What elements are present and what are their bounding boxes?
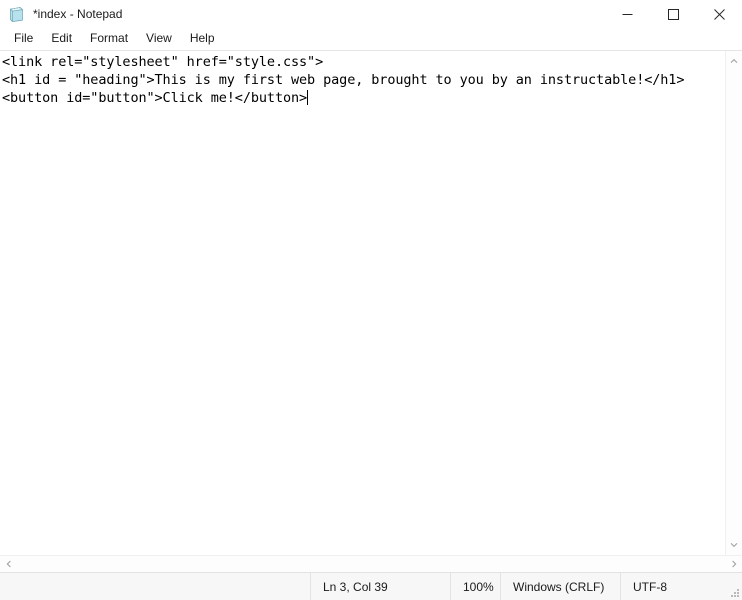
status-bar: Ln 3, Col 39 100% Windows (CRLF) UTF-8	[0, 572, 742, 600]
window-title: *index - Notepad	[33, 6, 123, 21]
resize-grip-icon[interactable]	[729, 587, 739, 597]
status-cursor-position: Ln 3, Col 39	[310, 573, 450, 600]
maximize-button[interactable]	[650, 0, 696, 28]
menu-item-help[interactable]: Help	[181, 29, 224, 49]
scroll-up-icon[interactable]	[726, 54, 742, 68]
editor-line-3: <button id="button">Click me!</button>	[2, 90, 308, 106]
close-button[interactable]	[696, 0, 742, 28]
title-bar: *index - Notepad	[0, 0, 742, 28]
editor-line-2: <h1 id = "heading">This is my first web …	[2, 72, 685, 88]
menu-item-format[interactable]: Format	[81, 29, 137, 49]
notepad-window: *index - Notepad File Edit Format View H…	[0, 0, 742, 600]
editor-line-1: <link rel="stylesheet" href="style.css">	[2, 54, 324, 70]
horizontal-scrollbar[interactable]	[0, 555, 742, 572]
scroll-left-icon[interactable]	[0, 556, 17, 573]
vertical-scrollbar[interactable]	[725, 51, 742, 555]
minimize-icon	[622, 13, 632, 15]
menu-bar: File Edit Format View Help	[0, 28, 742, 50]
title-bar-left: *index - Notepad	[0, 6, 122, 23]
notepad-icon	[8, 6, 25, 23]
editor-line-3-wrap: <button id="button">Click me!</button>	[2, 89, 725, 107]
status-bar-spacer	[0, 573, 310, 600]
scroll-right-icon[interactable]	[725, 556, 742, 573]
minimize-button[interactable]	[604, 0, 650, 28]
scroll-down-icon[interactable]	[726, 538, 742, 552]
status-zoom-level[interactable]: 100%	[450, 573, 500, 600]
menu-item-edit[interactable]: Edit	[42, 29, 81, 49]
menu-item-file[interactable]: File	[5, 29, 42, 49]
status-line-ending[interactable]: Windows (CRLF)	[500, 573, 620, 600]
text-editor[interactable]: <link rel="stylesheet" href="style.css">…	[0, 51, 725, 555]
status-encoding[interactable]: UTF-8	[620, 573, 742, 600]
menu-item-view[interactable]: View	[137, 29, 181, 49]
window-controls	[604, 0, 742, 28]
close-icon	[713, 8, 725, 20]
text-caret	[307, 90, 309, 105]
editor-area: <link rel="stylesheet" href="style.css">…	[0, 50, 742, 555]
maximize-icon	[667, 8, 679, 20]
